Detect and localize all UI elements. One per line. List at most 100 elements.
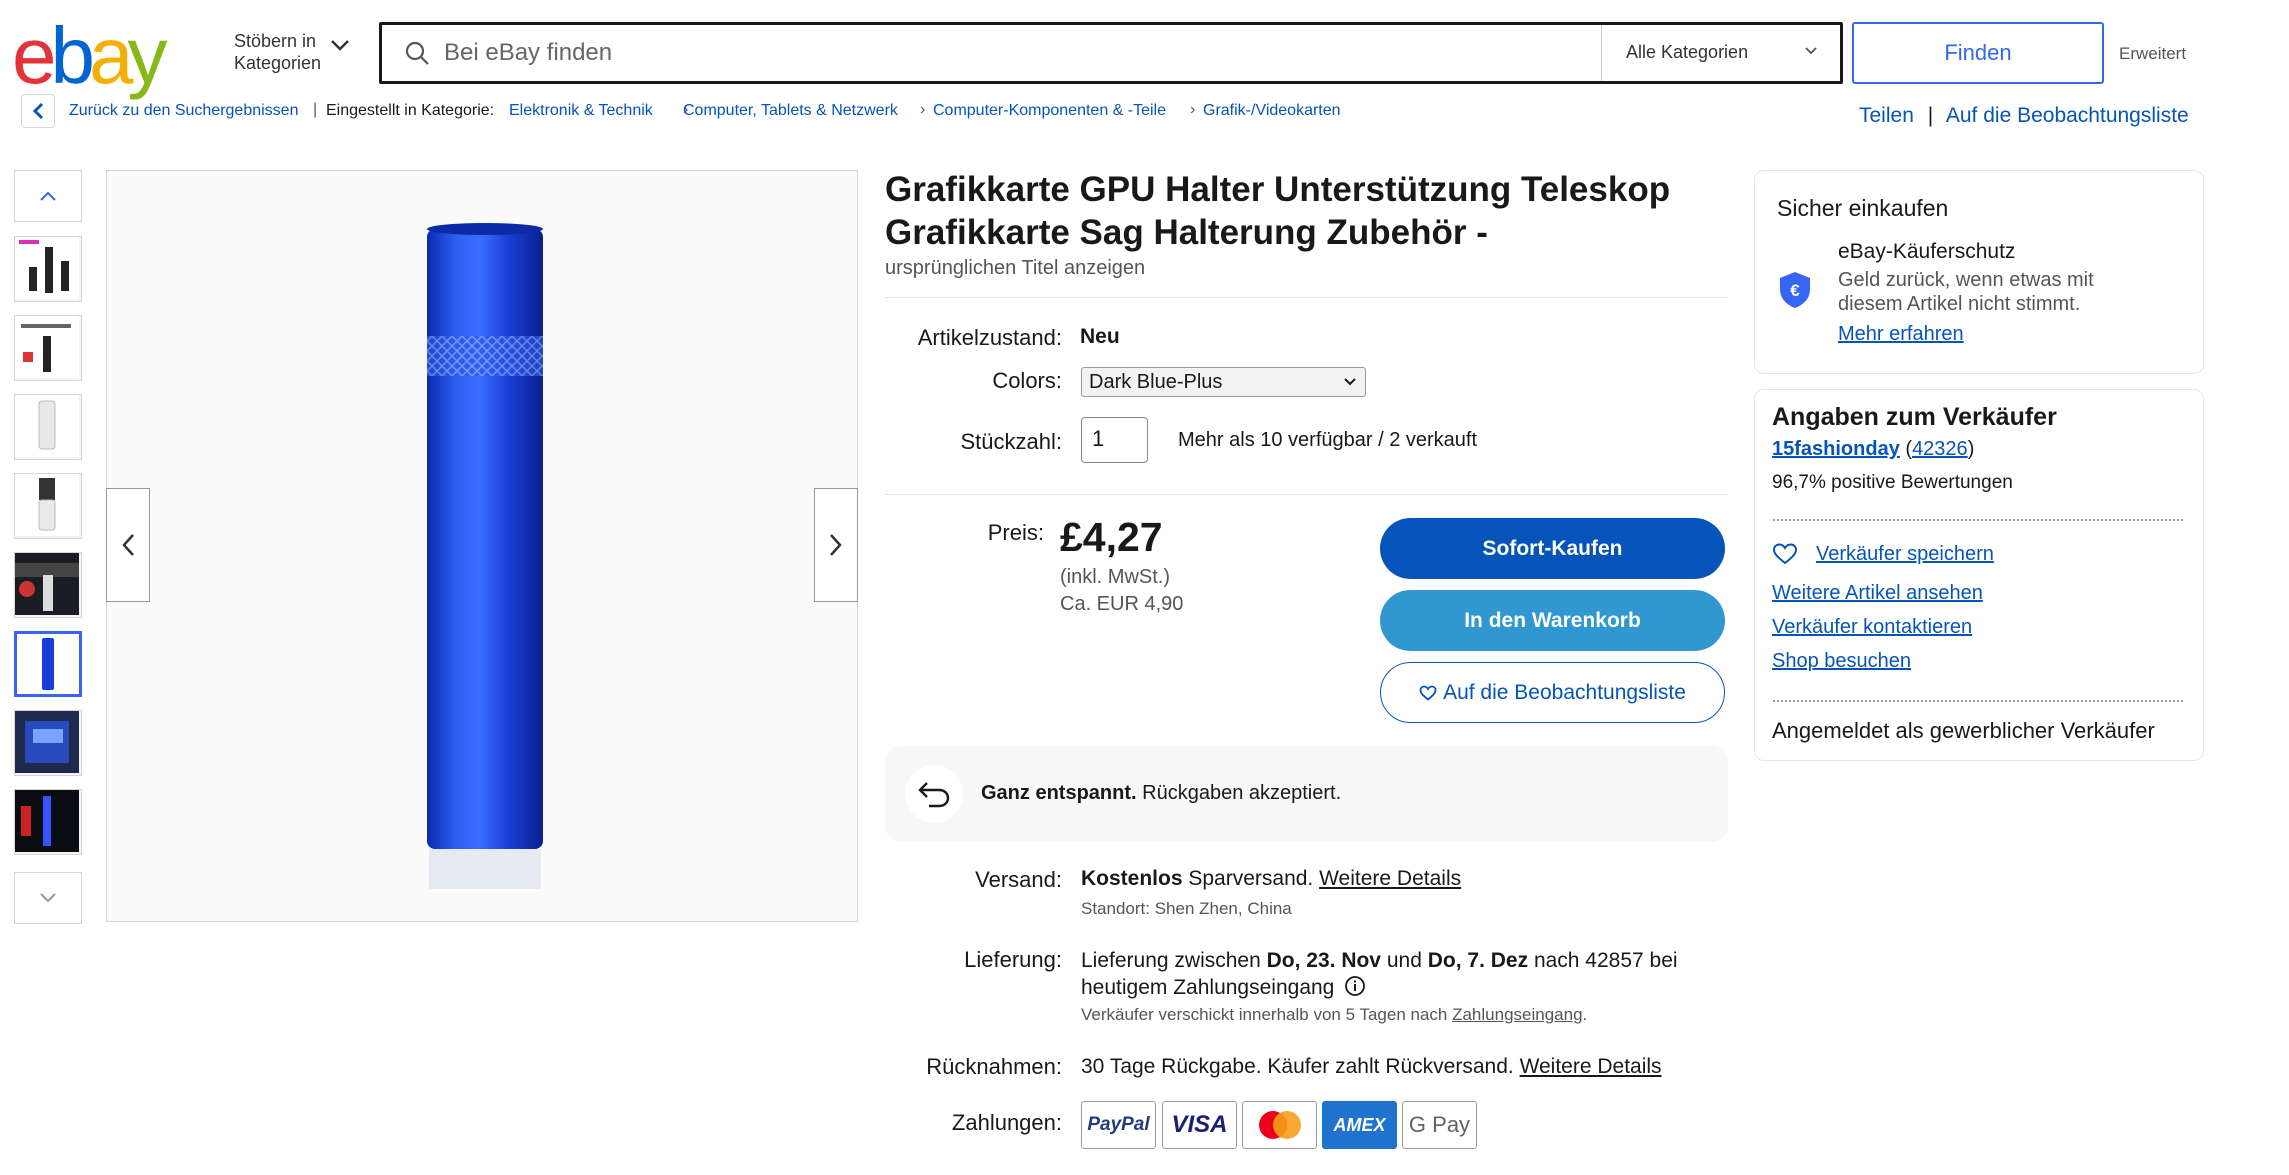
next-image-button[interactable] <box>814 488 858 602</box>
breadcrumb-separator: | <box>313 101 318 118</box>
returns-details-link[interactable]: Weitere Details <box>1520 1055 1662 1078</box>
browse-label-line2: Kategorien <box>234 53 322 73</box>
quantity-label: Stückzahl: <box>960 429 1063 454</box>
info-icon[interactable] <box>1344 975 1366 997</box>
chevron-left-icon <box>32 102 44 120</box>
save-seller-link[interactable]: Verkäufer speichern <box>1816 543 1994 566</box>
item-title: Grafikkarte GPU Halter Unterstützung Tel… <box>885 170 1671 252</box>
thumbnail-2[interactable] <box>14 315 82 381</box>
feedback-score-link[interactable]: 42326 <box>1912 438 1968 460</box>
seller-name-line: 15fashionday (42326) <box>1772 438 1974 461</box>
paypal-icon: PayPal <box>1081 1101 1156 1149</box>
payments-label: Zahlungen: <box>951 1110 1062 1135</box>
price-value: £4,27 <box>1060 514 1163 560</box>
browse-categories-button[interactable]: Stöbern in Kategorien <box>234 30 321 74</box>
payment-received-link[interactable]: Zahlungseingang <box>1452 1005 1582 1024</box>
shipping-free: Kostenlos <box>1081 867 1183 890</box>
business-seller-note: Angemeldet als gewerblicher Verkäufer <box>1772 718 2155 743</box>
shipping-details-link[interactable]: Weitere Details <box>1319 867 1461 890</box>
divider <box>885 494 1728 495</box>
quantity-input[interactable]: 1 <box>1081 417 1148 463</box>
original-title-link[interactable]: ursprünglichen Titel anzeigen <box>885 257 1145 280</box>
advanced-search-link[interactable]: Erweitert <box>2119 44 2186 64</box>
share-header: Teilen | Auf die Beobachtungsliste <box>1859 104 2189 128</box>
thumbnail-4[interactable] <box>14 473 82 539</box>
buyer-protection-desc-2: diesem Artikel nicht stimmt. <box>1838 293 2081 315</box>
chevron-left-icon <box>122 534 134 556</box>
feedback-paren-close: ) <box>1967 438 1975 460</box>
chevron-down-icon <box>1344 378 1356 386</box>
chevron-right-icon: › <box>1190 101 1196 118</box>
main-product-image[interactable] <box>106 170 858 922</box>
thumbnail-3[interactable] <box>14 394 82 460</box>
visa-icon: VISA <box>1162 1101 1237 1149</box>
share-separator: | <box>1927 104 1934 127</box>
seller-name-link[interactable]: 15fashionday <box>1772 438 1900 460</box>
shipping-label: Versand: <box>975 867 1062 892</box>
item-location: Standort: Shen Zhen, China <box>1081 899 1292 918</box>
breadcrumb-item-components[interactable]: Computer-Komponenten & -Teile <box>933 102 1166 120</box>
thumbnail-down-button[interactable] <box>14 872 82 924</box>
more-items-link[interactable]: Weitere Artikel ansehen <box>1772 582 1983 605</box>
back-to-results-link[interactable]: Zurück zu den Suchergebnissen <box>69 102 298 120</box>
returns-banner-bold: Ganz entspannt. <box>981 782 1137 804</box>
chevron-right-icon: › <box>920 101 926 118</box>
add-to-cart-button[interactable]: In den Warenkorb <box>1380 590 1725 651</box>
delivery-label: Lieferung: <box>964 947 1062 972</box>
search-icon <box>405 41 429 65</box>
thumbnail-6-selected[interactable] <box>14 631 82 697</box>
chevron-up-icon <box>40 191 56 201</box>
breadcrumb-item-electronics[interactable]: Elektronik & Technik <box>509 102 653 120</box>
category-select[interactable]: Alle Kategorien <box>1626 42 1748 63</box>
add-to-watchlist-button[interactable]: Auf die Beobachtungsliste <box>1380 662 1725 723</box>
chevron-down-icon[interactable] <box>1804 46 1818 56</box>
delivery-text: heutigem Zahlungseingang <box>1081 976 1335 999</box>
buyer-protection-desc-1: Geld zurück, wenn etwas mit <box>1838 269 2094 291</box>
chevron-right-icon <box>830 534 842 556</box>
returns-info: 30 Tage Rückgabe. Käufer zahlt Rückversa… <box>1081 1055 1662 1079</box>
condition-value: Neu <box>1080 325 1120 348</box>
safe-shopping-title: Sicher einkaufen <box>1777 195 1949 221</box>
thumbnail-up-button[interactable] <box>14 170 82 222</box>
price-eur: Ca. EUR 4,90 <box>1060 593 1184 615</box>
thumbnail-7[interactable] <box>14 710 82 776</box>
back-button[interactable] <box>21 94 55 128</box>
breadcrumb-item-computers[interactable]: Computer, Tablets & Netzwerk <box>683 102 898 120</box>
listed-in-label: Eingestellt in Kategorie: <box>326 102 495 119</box>
returns-label: Rücknahmen: <box>926 1054 1062 1079</box>
chevron-down-icon[interactable] <box>330 38 350 52</box>
learn-more-link[interactable]: Mehr erfahren <box>1838 323 1964 346</box>
search-input[interactable]: Bei eBay finden <box>444 39 612 67</box>
price-label: Preis: <box>987 520 1044 545</box>
visit-shop-link[interactable]: Shop besuchen <box>1772 650 1911 673</box>
dispatch-note-text: Verkäufer verschickt innerhalb von 5 Tag… <box>1081 1005 1448 1024</box>
heart-icon[interactable] <box>1772 543 1798 565</box>
shipping-info: Kostenlos Sparversand. Weitere Details <box>1081 867 1461 891</box>
delivery-info: Lieferung zwischen Do, 23. Nov und Do, 7… <box>1081 947 1741 1001</box>
returns-text: 30 Tage Rückgabe. Käufer zahlt Rückversa… <box>1081 1055 1514 1078</box>
thumbnail-5[interactable] <box>14 552 82 618</box>
buy-now-button[interactable]: Sofort-Kaufen <box>1380 518 1725 579</box>
dispatch-note-end: . <box>1582 1005 1588 1024</box>
mastercard-icon <box>1242 1101 1317 1149</box>
share-link[interactable]: Teilen <box>1859 104 1914 127</box>
ebay-logo[interactable]: ebay <box>12 16 168 96</box>
previous-image-button[interactable] <box>106 488 150 602</box>
return-arrow-icon <box>905 765 963 823</box>
buyer-protection-title: eBay-Käuferschutz <box>1838 240 2016 263</box>
breadcrumb-item-graphics-cards[interactable]: Grafik-/Videokarten <box>1203 102 1341 120</box>
availability-text: Mehr als 10 verfügbar / 2 verkauft <box>1178 429 1478 451</box>
colors-select[interactable]: Dark Blue-Plus <box>1081 367 1366 397</box>
thumbnail-1[interactable] <box>14 236 82 302</box>
delivery-date-from: Do, 23. Nov <box>1266 949 1381 972</box>
delivery-text: nach 42857 bei <box>1533 949 1678 972</box>
returns-banner-text: Ganz entspannt. Rückgaben akzeptiert. <box>981 782 1341 805</box>
find-button[interactable]: Finden <box>1852 22 2104 84</box>
contact-seller-link[interactable]: Verkäufer kontaktieren <box>1772 616 1972 639</box>
thumbnail-8[interactable] <box>14 789 82 855</box>
dotted-divider <box>1773 519 2183 521</box>
svg-text:€: € <box>1790 281 1800 300</box>
watchlist-link[interactable]: Auf die Beobachtungsliste <box>1946 104 2189 127</box>
delivery-date-to: Do, 7. Dez <box>1427 949 1529 972</box>
chevron-down-icon <box>40 893 56 903</box>
